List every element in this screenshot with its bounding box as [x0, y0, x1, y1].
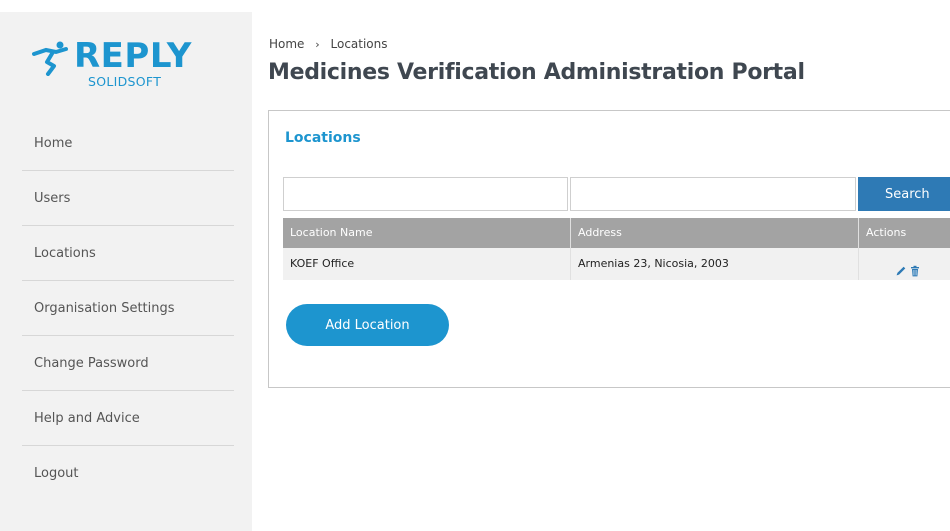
- column-header-location-name[interactable]: Location Name: [283, 218, 570, 248]
- column-header-actions: Actions: [858, 218, 950, 248]
- edit-icon[interactable]: [895, 258, 907, 276]
- reply-runner-icon: [32, 41, 68, 76]
- cell-location-name: KOEF Office: [290, 257, 355, 270]
- panel-title: Locations: [285, 130, 361, 146]
- table-row: KOEF Office Armenias 23, Nicosia, 2003: [283, 248, 950, 280]
- locations-table: Location Name Address Actions KOEF Offic…: [283, 218, 950, 280]
- table-header: Location Name Address Actions: [283, 218, 950, 248]
- breadcrumb-home[interactable]: Home: [269, 37, 304, 51]
- sidebar-item-change-password[interactable]: Change Password: [0, 336, 252, 391]
- sidebar: REPLY SOLIDSOFT Home Users Locations Org…: [0, 12, 252, 531]
- sidebar-nav: Home Users Locations Organisation Settin…: [0, 116, 252, 501]
- breadcrumb-separator: ›: [315, 38, 320, 51]
- search-button[interactable]: Search: [858, 177, 950, 211]
- sidebar-item-help-and-advice[interactable]: Help and Advice: [0, 391, 252, 446]
- logo[interactable]: REPLY SOLIDSOFT: [32, 34, 191, 94]
- column-header-address[interactable]: Address: [570, 218, 858, 248]
- sidebar-item-organisation-settings[interactable]: Organisation Settings: [0, 281, 252, 336]
- sidebar-item-home[interactable]: Home: [0, 116, 252, 171]
- breadcrumb-current: Locations: [330, 37, 388, 51]
- cell-address: Armenias 23, Nicosia, 2003: [570, 248, 858, 280]
- sidebar-item-locations[interactable]: Locations: [0, 226, 252, 281]
- cell-actions: [858, 248, 950, 280]
- sidebar-item-users[interactable]: Users: [0, 171, 252, 226]
- add-location-button[interactable]: Add Location: [286, 304, 449, 346]
- location-name-search-input[interactable]: [283, 177, 568, 211]
- address-search-input[interactable]: [570, 177, 856, 211]
- sidebar-item-logout[interactable]: Logout: [0, 446, 252, 501]
- breadcrumb: Home › Locations: [269, 37, 388, 51]
- logo-subtitle: SOLIDSOFT: [88, 74, 162, 89]
- logo-name: REPLY: [74, 36, 192, 76]
- locations-panel: Locations Search Location Name Address A…: [268, 110, 950, 388]
- page-title: Medicines Verification Administration Po…: [268, 60, 805, 85]
- delete-icon[interactable]: [909, 258, 921, 277]
